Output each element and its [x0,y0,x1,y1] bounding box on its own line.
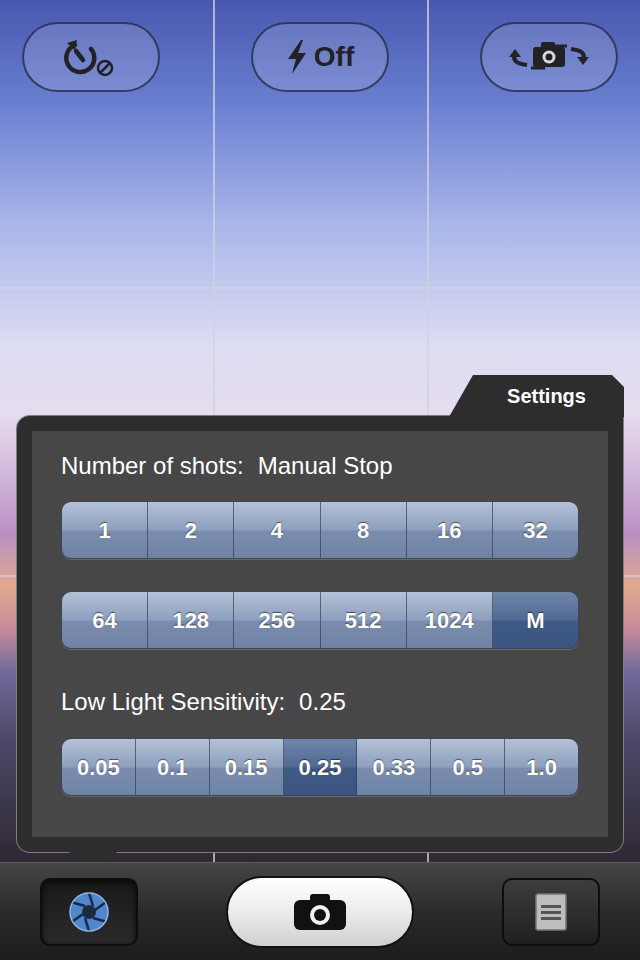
shots-option[interactable]: 256 [234,592,320,648]
sensitivity-option[interactable]: 0.1 [136,739,210,795]
settings-tab[interactable]: Settings [449,375,624,417]
shots-option[interactable]: 8 [321,502,407,558]
flash-label: Off [314,36,354,78]
shots-option[interactable]: 512 [321,592,407,648]
shots-option[interactable]: 64 [62,592,148,648]
bottom-toolbar [0,862,640,960]
sensitivity-label: Low Light Sensitivity: [61,688,285,715]
sensitivity-options: 0.050.10.150.250.330.51.0 [61,738,579,796]
camera-icon [292,892,348,932]
aperture-icon [67,890,111,934]
shots-value: Manual Stop [258,452,393,479]
grid-line [0,287,640,289]
shots-option[interactable]: 128 [148,592,234,648]
shots-option[interactable]: 16 [407,502,493,558]
sensitivity-option[interactable]: 0.33 [357,739,431,795]
shutter-button[interactable] [226,876,414,948]
settings-button[interactable] [40,878,138,946]
sensitivity-option[interactable]: 0.5 [431,739,505,795]
viewfinder[interactable]: Off Settings [0,0,640,862]
top-controls: Off [0,0,640,92]
sensitivity-heading: Low Light Sensitivity: 0.25 [61,685,579,719]
sensitivity-option[interactable]: 0.05 [62,739,136,795]
settings-panel: Number of shots:Manual Stop 12481632 641… [16,415,624,853]
settings-popover: Settings Number of shots: Manual Stop 124… [16,375,624,853]
sensitivity-option[interactable]: 0.25 [284,739,358,795]
flash-button[interactable]: Off [251,22,389,92]
menu-icon [534,892,568,932]
sensitivity-option[interactable]: 1.0 [505,739,578,795]
sensitivity-value: 0.25 [299,688,346,715]
shots-options: 641282565121024M [61,591,579,649]
shots-label: Number of shots: [61,452,244,479]
timer-button[interactable] [22,22,160,92]
camera-app: Off Settings [0,0,640,960]
shots-option[interactable]: 2 [148,502,234,558]
settings-content: Number of shots:Manual Stop 12481632 641… [32,431,608,837]
switch-camera-icon [501,35,597,79]
menu-button[interactable] [502,878,600,946]
shots-option[interactable]: 4 [234,502,320,558]
flash-icon [286,40,308,74]
shots-option[interactable]: 1 [62,502,148,558]
shots-option[interactable]: 32 [493,502,578,558]
settings-tab-label: Settings [507,381,586,411]
popover-pointer [69,852,117,862]
shots-options: 12481632 [61,501,579,559]
switch-camera-button[interactable] [480,22,618,92]
shots-option[interactable]: 1024 [407,592,493,648]
shots-option[interactable]: M [493,592,578,648]
sensitivity-option[interactable]: 0.15 [210,739,284,795]
shots-heading: Number of shots: Manual Stop [61,449,579,483]
timer-icon [61,35,121,79]
